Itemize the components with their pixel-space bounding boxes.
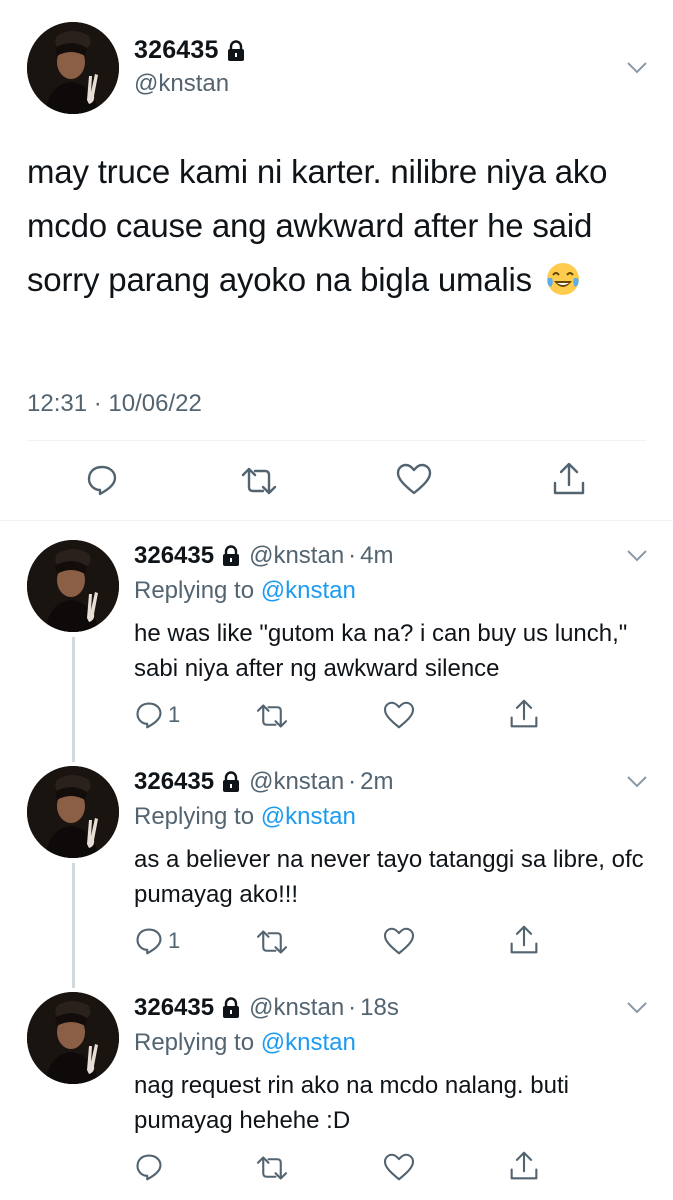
mention-link[interactable]: @knstan [261,803,356,830]
retweet-icon [241,467,277,495]
share-button[interactable] [552,461,586,497]
retweet-button[interactable] [256,702,288,730]
retweet-button[interactable] [256,1154,288,1182]
retweet-icon [256,704,288,728]
main-tweet: 326435 @knstan may truce kami ni karter.… [0,0,673,520]
reply-icon [136,1154,162,1181]
relative-time[interactable]: 4m [360,542,393,570]
share-icon [510,925,538,954]
reply-icon [87,465,117,496]
heart-icon [383,1153,415,1181]
tears-of-joy-emoji-icon [546,263,579,295]
reply-button[interactable] [85,463,119,497]
reply-button[interactable] [134,1152,168,1182]
share-icon [553,462,585,495]
handle[interactable]: @knstan [249,542,344,570]
reply-header: 326435 @knstan · 18s [134,994,399,1022]
replying-to: Replying to @knstan [134,577,356,605]
share-icon [510,1151,538,1180]
replying-to: Replying to @knstan [134,1029,356,1057]
separator-dot: · [348,768,357,795]
reply-count: 1 [168,928,181,953]
avatar[interactable] [27,992,119,1084]
chevron-down-icon[interactable] [626,61,648,75]
separator-dot: · [348,994,357,1021]
timestamp[interactable]: 12:31 · 10/06/22 [27,390,202,418]
replying-prefix: Replying to [134,577,255,604]
display-name[interactable]: 326435 [134,768,214,796]
share-button[interactable] [509,1150,539,1182]
display-name[interactable]: 326435 [134,994,214,1022]
divider [27,440,646,441]
share-button[interactable] [509,924,539,956]
thread-line [72,637,75,762]
display-name[interactable]: 326435 [134,542,214,570]
chevron-down-icon[interactable] [626,1001,648,1015]
mention-link[interactable]: @knstan [261,577,356,604]
reply-icon [136,702,162,729]
relative-time[interactable]: 18s [360,994,399,1022]
heart-icon [383,701,415,729]
heart-icon [383,927,415,955]
reply-count: 1 [168,702,181,727]
lock-icon [227,39,244,61]
reply-text: as a believer na never tayo tatanggi sa … [134,846,644,908]
retweet-icon [256,930,288,954]
action-bar [0,459,673,503]
like-button[interactable] [383,701,415,729]
reply-button[interactable]: 1 [134,700,180,730]
chevron-down-icon[interactable] [626,775,648,789]
separator-dot: · [348,542,357,569]
tweet-text-content: may truce kami ni karter. nilibre niya a… [27,153,608,298]
replying-to: Replying to @knstan [134,803,356,831]
retweet-button[interactable] [256,928,288,956]
lock-icon [223,771,240,792]
reply-header: 326435 @knstan · 4m [134,542,394,570]
chevron-down-icon[interactable] [626,549,648,563]
handle[interactable]: @knstan [249,994,344,1022]
display-name[interactable]: 326435 [134,36,219,65]
replying-prefix: Replying to [134,803,255,830]
avatar[interactable] [27,766,119,858]
like-button[interactable] [383,927,415,955]
author-name-row: 326435 [134,36,246,65]
tweet-text: may truce kami ni karter. nilibre niya a… [27,145,657,307]
handle[interactable]: @knstan [134,70,229,98]
handle[interactable]: @knstan [249,768,344,796]
heart-icon [396,463,432,495]
reply-button[interactable]: 1 [134,926,180,956]
reply-text: he was like "gutom ka na? i can buy us l… [134,620,628,682]
lock-icon [223,997,240,1018]
replying-prefix: Replying to [134,1029,255,1056]
reply-icon [136,928,162,955]
share-icon [510,699,538,728]
reply-header: 326435 @knstan · 2m [134,768,394,796]
relative-time[interactable]: 2m [360,768,393,796]
lock-icon [223,545,240,566]
avatar[interactable] [27,540,119,632]
avatar[interactable] [27,22,119,114]
mention-link[interactable]: @knstan [261,1029,356,1056]
retweet-icon [256,1156,288,1180]
share-button[interactable] [509,698,539,730]
divider [0,520,673,521]
like-button[interactable] [396,463,432,495]
retweet-button[interactable] [241,465,277,497]
like-button[interactable] [383,1153,415,1181]
reply-text: nag request rin ako na mcdo nalang. buti… [134,1072,569,1134]
thread-line [72,863,75,988]
